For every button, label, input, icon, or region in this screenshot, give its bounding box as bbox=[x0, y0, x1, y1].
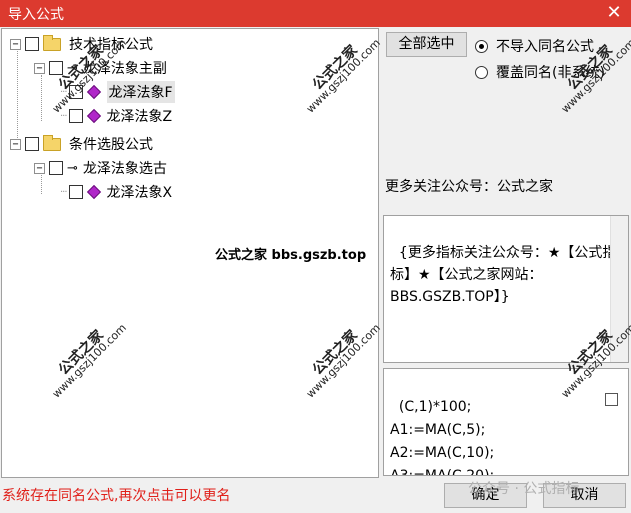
node-checkbox[interactable] bbox=[49, 161, 63, 175]
corner-watermark: 公众号 · 公式指标 bbox=[468, 481, 580, 497]
collapse-icon[interactable]: − bbox=[34, 62, 45, 74]
node-label: 龙泽法象F bbox=[106, 81, 175, 103]
collapse-icon[interactable]: − bbox=[10, 38, 21, 50]
node-label: 龙泽法象选古 bbox=[82, 161, 167, 177]
radio-label: 覆盖同名(非系统) bbox=[496, 65, 605, 81]
tree-guide-line bbox=[17, 51, 18, 146]
tree-connector: ··· bbox=[60, 86, 67, 98]
tree-node-formula[interactable]: ··· 龙泽法象F bbox=[60, 81, 175, 103]
code-checkbox[interactable] bbox=[605, 393, 618, 406]
node-checkbox[interactable] bbox=[25, 37, 39, 51]
tree-node-indicator-folder[interactable]: − 技术指标公式 bbox=[10, 33, 153, 55]
folder-icon bbox=[43, 134, 61, 151]
status-message: 系统存在同名公式,再次点击可以更名 bbox=[2, 488, 231, 504]
key-icon: ⊸ bbox=[67, 160, 78, 176]
tree-node-formula-group[interactable]: − ⊸ 龙泽法象选古 bbox=[34, 157, 167, 179]
node-checkbox[interactable] bbox=[68, 185, 83, 199]
formula-code-text: (C,1)*100; A1:=MA(C,5); A2:=MA(C,10); A3… bbox=[390, 399, 495, 476]
node-checkbox[interactable] bbox=[68, 85, 83, 99]
description-scrollbar[interactable] bbox=[610, 216, 628, 362]
radio-button[interactable] bbox=[475, 39, 488, 53]
radio-overwrite[interactable]: 覆盖同名(非系统) bbox=[475, 62, 605, 82]
formula-code-box[interactable]: (C,1)*100; A1:=MA(C,5); A2:=MA(C,10); A3… bbox=[383, 368, 629, 476]
tree-connector: ··· bbox=[60, 186, 67, 198]
radio-label: 不导入同名公式 bbox=[496, 39, 594, 55]
node-label: 龙泽法象Z bbox=[106, 109, 173, 125]
follow-info-label: 更多关注公众号：公式之家 bbox=[385, 179, 553, 195]
node-label: 龙泽法象X bbox=[106, 185, 173, 201]
formula-icon bbox=[86, 184, 101, 200]
center-watermark: 公式之家 bbs.gszb.top bbox=[215, 244, 366, 263]
node-checkbox[interactable] bbox=[68, 109, 83, 123]
select-all-button[interactable]: 全部选中 bbox=[386, 32, 467, 57]
node-label: 龙泽法象主副 bbox=[82, 61, 167, 77]
node-checkbox[interactable] bbox=[25, 137, 39, 151]
tree-node-condition-folder[interactable]: − 条件选股公式 bbox=[10, 133, 153, 155]
tree-connector: ··· bbox=[60, 110, 67, 122]
node-checkbox[interactable] bbox=[49, 61, 63, 75]
description-text: {更多指标关注公众号：★【公式指标】★【公式之家网站：BBS.GSZB.TOP】… bbox=[390, 245, 617, 305]
collapse-icon[interactable]: − bbox=[10, 138, 21, 150]
tree-guide-line bbox=[41, 75, 42, 121]
collapse-icon[interactable]: − bbox=[34, 162, 45, 174]
radio-no-import[interactable]: 不导入同名公式 bbox=[475, 36, 594, 56]
key-icon: ⊸ bbox=[67, 60, 78, 76]
formula-icon bbox=[86, 84, 101, 100]
node-label: 技术指标公式 bbox=[69, 37, 153, 53]
radio-button[interactable] bbox=[475, 65, 488, 79]
tree-node-formula-group[interactable]: − ⊸ 龙泽法象主副 bbox=[34, 57, 167, 79]
folder-icon bbox=[43, 34, 61, 51]
window-title: 导入公式 bbox=[8, 7, 64, 23]
description-box[interactable]: {更多指标关注公众号：★【公式指标】★【公式之家网站：BBS.GSZB.TOP】… bbox=[383, 215, 629, 363]
tree-node-formula[interactable]: ··· 龙泽法象X bbox=[60, 181, 172, 203]
formula-icon bbox=[86, 108, 101, 124]
node-label: 条件选股公式 bbox=[69, 137, 153, 153]
close-icon[interactable]: ✕ bbox=[603, 2, 625, 24]
center-watermark-text: 公式之家 bbs.gszb.top bbox=[215, 248, 367, 263]
title-bar: 导入公式 ✕ bbox=[0, 0, 631, 27]
tree-node-formula[interactable]: ··· 龙泽法象Z bbox=[60, 105, 172, 127]
